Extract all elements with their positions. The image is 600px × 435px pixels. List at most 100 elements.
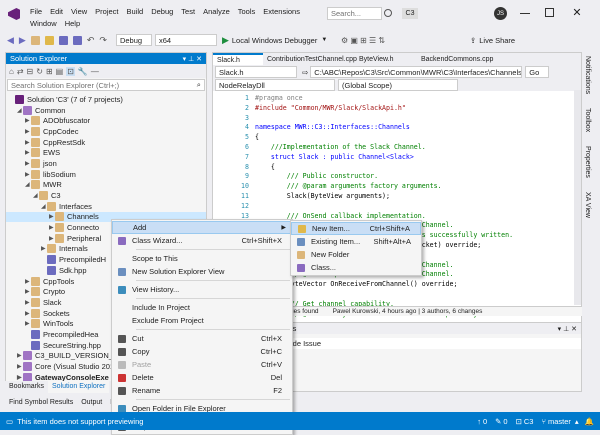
debug-tools-icon[interactable]: ⚙ ▣ ⊞ ☰ ⇅ — [339, 34, 429, 47]
tree-item[interactable]: Solution 'C3' (7 of 7 projects) — [6, 94, 206, 105]
save-all-icon[interactable] — [71, 34, 84, 47]
undo-icon[interactable]: ↶ — [85, 34, 97, 47]
sync-icon[interactable]: ⇄ — [17, 67, 24, 76]
menu-item-new-item[interactable]: New Item... Ctrl+Shift+A — [291, 222, 421, 235]
edit-count[interactable]: 0 — [503, 417, 507, 426]
menu-item-scope-to-this[interactable]: Scope to This — [112, 252, 292, 265]
tree-item[interactable]: ◢ MWR — [6, 180, 206, 191]
save-icon[interactable] — [57, 34, 70, 47]
editor-tab[interactable]: Slack.h — [213, 53, 263, 65]
menu-view[interactable]: View — [67, 6, 91, 18]
tree-item[interactable]: ▶ ADObfuscator — [6, 115, 206, 126]
properties-icon[interactable]: 🔧 — [78, 67, 88, 76]
menu-help[interactable]: Help — [61, 18, 84, 30]
global-scope-select[interactable]: (Global Scope) — [338, 79, 458, 91]
menu-debug[interactable]: Debug — [147, 6, 177, 18]
menu-item-class-wizard[interactable]: Class Wizard... Ctrl+Shift+X — [112, 234, 292, 247]
editor-scrollbar[interactable] — [574, 90, 581, 305]
menu-item-existing-item[interactable]: Existing Item... Shift+Alt+A — [291, 235, 421, 248]
output-tab[interactable]: Find Symbol Results — [5, 396, 77, 408]
code-text: /// @param arguments factory arguments. — [255, 182, 442, 191]
platform-select[interactable]: x64 — [154, 34, 217, 46]
file-select[interactable]: Slack.h — [215, 66, 297, 78]
notification-bell-icon[interactable]: 🔔 — [585, 417, 594, 426]
menu-item-new-solution-explorer-view[interactable]: New Solution Explorer View — [112, 265, 292, 278]
editor-tab[interactable]: BackendCommons.cpp — [417, 53, 495, 65]
collapse-icon[interactable]: ⊞ — [46, 67, 53, 76]
menu-item-paste[interactable]: Paste Ctrl+V — [112, 358, 292, 371]
search-box[interactable]: Search... — [327, 7, 382, 20]
side-tab[interactable]: XA View — [584, 188, 591, 222]
branch-name[interactable]: master — [548, 417, 571, 426]
menu-item-copy[interactable]: Copy Ctrl+C — [112, 345, 292, 358]
new-project-icon[interactable] — [29, 34, 42, 47]
pin-icon[interactable]: ▾ ⊥ ✕ — [183, 55, 202, 63]
tree-item[interactable]: ▶ CppCodec — [6, 126, 206, 137]
tree-item[interactable]: ▶ libSodium — [6, 169, 206, 180]
menu-item-include-in-project[interactable]: Include In Project — [112, 301, 292, 314]
home-icon[interactable]: ⌂ — [9, 67, 14, 76]
menu-edit[interactable]: Edit — [46, 6, 67, 18]
more-icon[interactable]: — — [91, 67, 99, 76]
open-icon[interactable] — [43, 34, 56, 47]
menu-project[interactable]: Project — [91, 6, 122, 18]
tree-item[interactable]: ◢ C3 — [6, 190, 206, 201]
minimize-button[interactable] — [520, 13, 530, 14]
side-tab[interactable]: Properties — [584, 142, 591, 182]
output-tab[interactable]: Output — [77, 396, 106, 408]
maximize-button[interactable] — [545, 8, 554, 17]
go-button[interactable]: Go — [525, 66, 550, 78]
configuration-select[interactable]: Debug — [115, 34, 152, 46]
tree-item[interactable]: ▶ CppRestSdk — [6, 137, 206, 148]
run-button[interactable]: ▶ Local Windows Debugger ▼ — [220, 34, 338, 47]
editor-tab[interactable]: ContributionTestChannel.cpp — [263, 53, 357, 65]
bottom-tab[interactable]: Bookmarks — [5, 381, 48, 393]
side-tab[interactable]: Notifications — [584, 52, 591, 98]
live-share-button[interactable]: ⇪ Live Share — [468, 34, 517, 47]
menu-item-cut[interactable]: Cut Ctrl+X — [112, 332, 292, 345]
chevron-up-icon[interactable]: ▴ — [575, 417, 579, 426]
path-select[interactable]: C:\ABC\Repos\C3\Src\Common\MWR\C3\Interf… — [310, 66, 523, 78]
tree-item[interactable]: ▶ json — [6, 158, 206, 169]
preview-icon[interactable]: ⊡ — [66, 66, 75, 76]
side-tab[interactable]: Toolbox — [584, 104, 591, 136]
menu-glyph-icon — [297, 250, 305, 259]
user-avatar[interactable]: JS — [494, 7, 507, 20]
tree-item[interactable]: ◢ Interfaces — [6, 201, 206, 212]
tree-item[interactable]: ◢ Common — [6, 105, 206, 116]
menu-item-rename[interactable]: Rename F2 — [112, 384, 292, 397]
menu-item-exclude-from-project[interactable]: Exclude From Project — [112, 314, 292, 327]
tree-item[interactable]: ▶ EWS — [6, 147, 206, 158]
menu-shortcut: Shift+Alt+A — [373, 237, 411, 246]
code-text: struct Slack : public Channel<Slack> — [255, 152, 414, 161]
show-all-icon[interactable]: ▤ — [56, 67, 64, 76]
refresh-icon[interactable]: ↻ — [36, 67, 43, 76]
menu-window[interactable]: Window — [26, 18, 61, 30]
filter-icon[interactable]: ⊟ — [27, 67, 34, 76]
panel-controls-icon[interactable]: ▾ ⊥ ✕ — [558, 325, 577, 333]
menu-tools[interactable]: Tools — [234, 6, 260, 18]
menu-item-add[interactable]: Add ▶ — [112, 221, 292, 234]
menu-item-delete[interactable]: Delete Del — [112, 371, 292, 384]
git-author-text[interactable]: Pawel Kurowski, 4 hours ago | 3 authors,… — [333, 308, 483, 315]
menu-file[interactable]: File — [26, 6, 46, 18]
menu-build[interactable]: Build — [123, 6, 148, 18]
back-icon[interactable]: ◀ — [5, 34, 16, 47]
menu-item-view-history[interactable]: View History... — [112, 283, 292, 296]
bottom-tab[interactable]: Solution Explorer — [48, 380, 110, 393]
forward-icon[interactable]: ▶ — [17, 34, 28, 47]
project-scope-select[interactable]: NodeRelayDll — [215, 79, 335, 91]
line-number: 10 — [241, 182, 249, 191]
menu-item-new-folder[interactable]: New Folder — [291, 248, 421, 261]
up-count[interactable]: 0 — [483, 417, 487, 426]
menu-analyze[interactable]: Analyze — [199, 6, 234, 18]
solution-search[interactable]: Search Solution Explorer (Ctrl+;) ⌕ — [7, 79, 205, 91]
menu-item-class[interactable]: Class... — [291, 261, 421, 274]
redo-icon[interactable]: ↷ — [97, 34, 109, 47]
menu-test[interactable]: Test — [177, 6, 199, 18]
search-icon[interactable] — [384, 9, 392, 17]
menu-extensions[interactable]: Extensions — [259, 6, 304, 18]
close-button[interactable]: ✕ — [570, 5, 584, 19]
editor-tab[interactable]: ByteView.h — [355, 53, 417, 65]
project-name[interactable]: C3 — [524, 417, 534, 426]
